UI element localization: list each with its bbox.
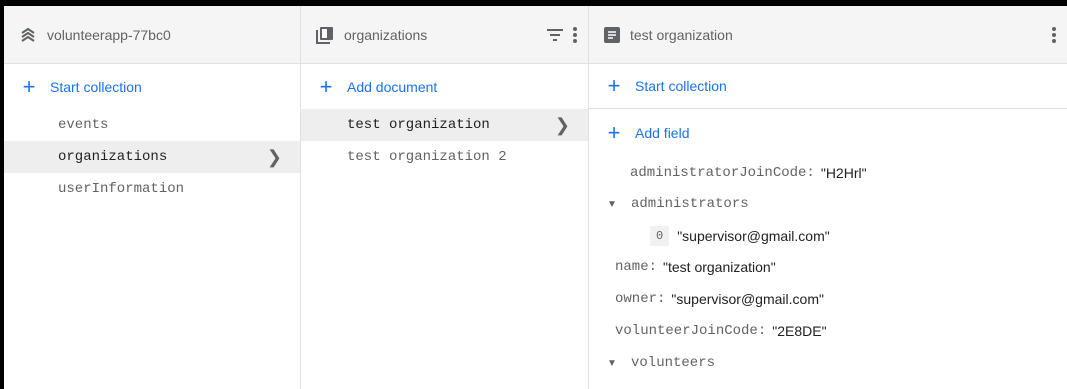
expand-arrow-icon[interactable]: ▼: [607, 199, 617, 210]
field-key: name:: [615, 259, 658, 275]
field-name[interactable]: name: "test organization": [589, 253, 1067, 281]
collections-panel: volunteerapp-77bc0 + Start collection ev…: [4, 6, 301, 389]
add-document-button[interactable]: + Add document: [301, 64, 588, 109]
add-icon: +: [607, 119, 621, 145]
collection-item-userinformation[interactable]: userInformation: [4, 173, 300, 205]
chevron-right-icon: ❯: [266, 146, 282, 167]
add-field-label: Add field: [635, 124, 690, 141]
array-item[interactable]: 0 "supervisor@gmail.com": [589, 222, 1067, 250]
start-collection-label: Start collection: [635, 78, 727, 94]
field-value: "supervisor@gmail.com": [671, 291, 824, 307]
more-vert-icon[interactable]: [572, 26, 578, 44]
document-label: test organization 2: [347, 149, 507, 165]
project-icon: [19, 26, 37, 44]
field-owner[interactable]: owner: "supervisor@gmail.com": [589, 285, 1067, 313]
document-item-test-organization-2[interactable]: test organization 2: [301, 141, 588, 173]
document-icon: [604, 26, 620, 43]
collection-item-events[interactable]: events: [4, 109, 300, 141]
project-name: volunteerapp-77bc0: [47, 26, 171, 43]
document-header: test organization: [589, 6, 1067, 64]
add-icon: +: [22, 73, 36, 99]
collection-label: organizations: [58, 149, 168, 165]
document-item-test-organization[interactable]: test organization ❯: [301, 109, 588, 141]
field-value: "test organization": [663, 259, 776, 275]
add-field-button[interactable]: + Add field: [589, 110, 1067, 155]
filter-icon[interactable]: [546, 28, 564, 42]
add-icon: +: [319, 73, 333, 99]
field-administratorjoincode[interactable]: administratorJoinCode: "H2Hrl": [589, 159, 1067, 187]
field-value: "2E8DE": [772, 323, 827, 339]
field-key: owner:: [615, 291, 666, 307]
array-index: 0: [650, 226, 670, 246]
firestore-data-viewer: volunteerapp-77bc0 + Start collection ev…: [0, 0, 1067, 389]
start-collection-label: Start collection: [50, 78, 142, 95]
documents-panel: organizations + Add document test organi…: [301, 6, 589, 389]
field-key: administratorJoinCode:: [630, 165, 815, 181]
collection-label: userInformation: [58, 181, 185, 197]
document-panel: test organization + Start collection + A…: [589, 6, 1067, 389]
field-key: volunteers: [631, 355, 716, 371]
field-key: administrators: [631, 196, 749, 212]
more-vert-icon[interactable]: [1051, 26, 1057, 44]
collection-icon: [316, 26, 334, 44]
add-icon: +: [607, 73, 621, 98]
start-subcollection-button[interactable]: + Start collection: [589, 64, 1067, 109]
field-value: "supervisor@gmail.com": [677, 228, 830, 244]
document-label: test organization: [347, 117, 490, 133]
field-administrators[interactable]: ▼ administrators: [589, 190, 1067, 218]
collection-name: organizations: [344, 26, 428, 43]
project-header: volunteerapp-77bc0: [4, 6, 300, 64]
document-name: test organization: [630, 26, 733, 43]
collection-header: organizations: [301, 6, 588, 64]
collection-item-organizations[interactable]: organizations ❯: [4, 141, 300, 173]
expand-arrow-icon[interactable]: ▼: [607, 358, 617, 369]
field-key: volunteerJoinCode:: [615, 323, 767, 339]
add-document-label: Add document: [347, 78, 438, 95]
field-volunteers[interactable]: ▼ volunteers: [589, 349, 1067, 377]
field-value: "H2Hrl": [820, 165, 867, 181]
start-collection-button[interactable]: + Start collection: [4, 64, 300, 109]
chevron-right-icon: ❯: [554, 114, 570, 135]
field-volunteerjoincode[interactable]: volunteerJoinCode: "2E8DE": [589, 317, 1067, 345]
collection-label: events: [58, 117, 109, 133]
